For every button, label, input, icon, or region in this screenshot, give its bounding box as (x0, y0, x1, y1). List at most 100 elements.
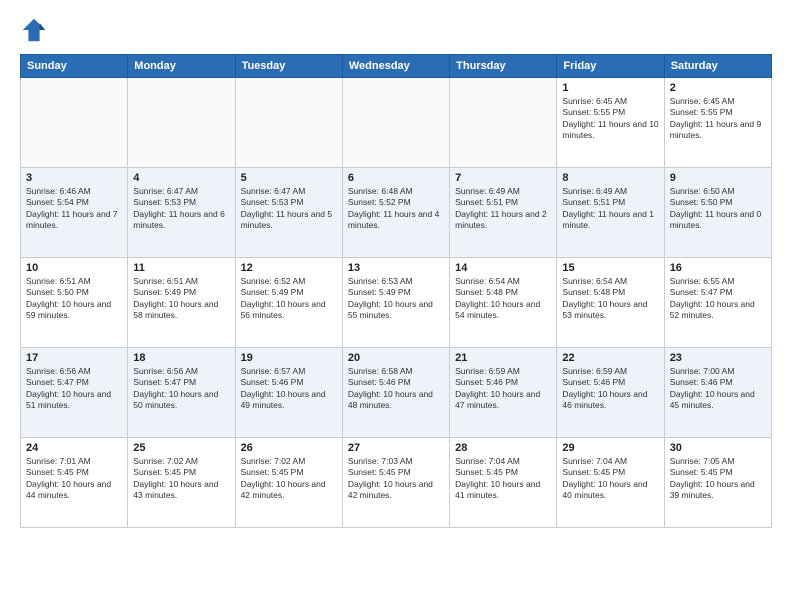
day-number: 12 (241, 262, 337, 274)
week-row-4: 17Sunrise: 6:56 AMSunset: 5:47 PMDayligh… (21, 348, 772, 438)
day-cell-22: 22Sunrise: 6:59 AMSunset: 5:46 PMDayligh… (557, 348, 664, 438)
week-row-1: 1 Sunrise: 6:45 AMSunset: 5:55 PMDaylight… (21, 78, 772, 168)
day-cell-27: 27 Sunrise: 7:03 AMSunset: 5:45 PMDayligh… (342, 438, 449, 528)
day-number: 2 (670, 82, 766, 94)
day-cell-13: 13 Sunrise: 6:53 AMSunset: 5:49 PMDayligh… (342, 258, 449, 348)
day-cell-10: 10 Sunrise: 6:51 AMSunset: 5:50 PMDayligh… (21, 258, 128, 348)
empty-cell (128, 78, 235, 168)
day-info: Sunrise: 6:55 AMSunset: 5:47 PMDaylight:… (670, 276, 766, 322)
weekday-header-saturday: Saturday (664, 55, 771, 78)
day-number: 11 (133, 262, 229, 274)
day-cell-7: 7 Sunrise: 6:49 AMSunset: 5:51 PMDaylight… (450, 168, 557, 258)
weekday-header-row: SundayMondayTuesdayWednesdayThursdayFrid… (21, 55, 772, 78)
day-info: Sunrise: 7:01 AMSunset: 5:45 PMDaylight:… (26, 456, 122, 502)
day-cell-29: 29 Sunrise: 7:04 AMSunset: 5:45 PMDayligh… (557, 438, 664, 528)
day-info: Sunrise: 6:47 AMSunset: 5:53 PMDaylight:… (133, 186, 229, 232)
day-info: Sunrise: 6:56 AMSunset: 5:47 PMDaylight:… (26, 366, 122, 412)
empty-cell (235, 78, 342, 168)
day-number: 28 (455, 442, 551, 454)
day-cell-30: 30 Sunrise: 7:05 AMSunset: 5:45 PMDayligh… (664, 438, 771, 528)
day-number: 7 (455, 172, 551, 184)
day-info: Sunrise: 6:48 AMSunset: 5:52 PMDaylight:… (348, 186, 444, 232)
day-info: Sunrise: 6:45 AMSunset: 5:55 PMDaylight:… (562, 96, 658, 142)
day-cell-12: 12 Sunrise: 6:52 AMSunset: 5:49 PMDayligh… (235, 258, 342, 348)
week-row-2: 3 Sunrise: 6:46 AMSunset: 5:54 PMDaylight… (21, 168, 772, 258)
day-number: 26 (241, 442, 337, 454)
day-cell-15: 15 Sunrise: 6:54 AMSunset: 5:48 PMDayligh… (557, 258, 664, 348)
day-cell-17: 17Sunrise: 6:56 AMSunset: 5:47 PMDayligh… (21, 348, 128, 438)
week-row-3: 10 Sunrise: 6:51 AMSunset: 5:50 PMDayligh… (21, 258, 772, 348)
day-info: Sunrise: 7:00 AMSunset: 5:46 PMDaylight:… (670, 366, 766, 412)
day-number: 10 (26, 262, 122, 274)
day-cell-18: 18 Sunrise: 6:56 AMSunset: 5:47 PMDayligh… (128, 348, 235, 438)
day-cell-3: 3 Sunrise: 6:46 AMSunset: 5:54 PMDaylight… (21, 168, 128, 258)
day-cell-25: 25 Sunrise: 7:02 AMSunset: 5:45 PMDayligh… (128, 438, 235, 528)
day-number: 21 (455, 352, 551, 364)
calendar: SundayMondayTuesdayWednesdayThursdayFrid… (20, 54, 772, 528)
day-cell-28: 28 Sunrise: 7:04 AMSunset: 5:45 PMDayligh… (450, 438, 557, 528)
day-info: Sunrise: 6:49 AMSunset: 5:51 PMDaylight:… (562, 186, 658, 232)
week-row-5: 24 Sunrise: 7:01 AMSunset: 5:45 PMDayligh… (21, 438, 772, 528)
day-number: 27 (348, 442, 444, 454)
day-cell-6: 6 Sunrise: 6:48 AMSunset: 5:52 PMDaylight… (342, 168, 449, 258)
day-number: 25 (133, 442, 229, 454)
day-cell-8: 8 Sunrise: 6:49 AMSunset: 5:51 PMDaylight… (557, 168, 664, 258)
day-number: 3 (26, 172, 122, 184)
day-info: Sunrise: 7:02 AMSunset: 5:45 PMDaylight:… (241, 456, 337, 502)
weekday-header-tuesday: Tuesday (235, 55, 342, 78)
day-cell-9: 9Sunrise: 6:50 AMSunset: 5:50 PMDaylight… (664, 168, 771, 258)
day-number: 14 (455, 262, 551, 274)
day-info: Sunrise: 6:52 AMSunset: 5:49 PMDaylight:… (241, 276, 337, 322)
day-number: 1 (562, 82, 658, 94)
day-number: 30 (670, 442, 766, 454)
day-info: Sunrise: 6:56 AMSunset: 5:47 PMDaylight:… (133, 366, 229, 412)
day-info: Sunrise: 6:46 AMSunset: 5:54 PMDaylight:… (26, 186, 122, 232)
day-number: 4 (133, 172, 229, 184)
day-info: Sunrise: 6:47 AMSunset: 5:53 PMDaylight:… (241, 186, 337, 232)
day-number: 20 (348, 352, 444, 364)
day-cell-1: 1 Sunrise: 6:45 AMSunset: 5:55 PMDaylight… (557, 78, 664, 168)
day-info: Sunrise: 7:02 AMSunset: 5:45 PMDaylight:… (133, 456, 229, 502)
day-number: 6 (348, 172, 444, 184)
day-cell-26: 26 Sunrise: 7:02 AMSunset: 5:45 PMDayligh… (235, 438, 342, 528)
weekday-header-wednesday: Wednesday (342, 55, 449, 78)
day-info: Sunrise: 6:58 AMSunset: 5:46 PMDaylight:… (348, 366, 444, 412)
day-number: 24 (26, 442, 122, 454)
weekday-header-sunday: Sunday (21, 55, 128, 78)
empty-cell (21, 78, 128, 168)
day-info: Sunrise: 7:05 AMSunset: 5:45 PMDaylight:… (670, 456, 766, 502)
day-info: Sunrise: 6:51 AMSunset: 5:49 PMDaylight:… (133, 276, 229, 322)
weekday-header-friday: Friday (557, 55, 664, 78)
day-cell-19: 19Sunrise: 6:57 AMSunset: 5:46 PMDayligh… (235, 348, 342, 438)
day-info: Sunrise: 6:54 AMSunset: 5:48 PMDaylight:… (455, 276, 551, 322)
day-info: Sunrise: 6:54 AMSunset: 5:48 PMDaylight:… (562, 276, 658, 322)
day-number: 23 (670, 352, 766, 364)
day-number: 18 (133, 352, 229, 364)
day-cell-14: 14 Sunrise: 6:54 AMSunset: 5:48 PMDayligh… (450, 258, 557, 348)
logo (20, 16, 52, 44)
weekday-header-monday: Monday (128, 55, 235, 78)
day-info: Sunrise: 7:04 AMSunset: 5:45 PMDaylight:… (562, 456, 658, 502)
day-info: Sunrise: 7:03 AMSunset: 5:45 PMDaylight:… (348, 456, 444, 502)
day-number: 29 (562, 442, 658, 454)
day-number: 9 (670, 172, 766, 184)
logo-icon (20, 16, 48, 44)
day-cell-4: 4 Sunrise: 6:47 AMSunset: 5:53 PMDaylight… (128, 168, 235, 258)
day-cell-2: 2 Sunrise: 6:45 AMSunset: 5:55 PMDaylight… (664, 78, 771, 168)
day-info: Sunrise: 6:53 AMSunset: 5:49 PMDaylight:… (348, 276, 444, 322)
day-number: 8 (562, 172, 658, 184)
empty-cell (450, 78, 557, 168)
day-cell-5: 5Sunrise: 6:47 AMSunset: 5:53 PMDaylight… (235, 168, 342, 258)
day-info: Sunrise: 7:04 AMSunset: 5:45 PMDaylight:… (455, 456, 551, 502)
empty-cell (342, 78, 449, 168)
day-info: Sunrise: 6:57 AMSunset: 5:46 PMDaylight:… (241, 366, 337, 412)
day-cell-24: 24 Sunrise: 7:01 AMSunset: 5:45 PMDayligh… (21, 438, 128, 528)
day-number: 22 (562, 352, 658, 364)
day-info: Sunrise: 6:51 AMSunset: 5:50 PMDaylight:… (26, 276, 122, 322)
day-number: 15 (562, 262, 658, 274)
day-cell-21: 21Sunrise: 6:59 AMSunset: 5:46 PMDayligh… (450, 348, 557, 438)
day-info: Sunrise: 6:45 AMSunset: 5:55 PMDaylight:… (670, 96, 766, 142)
day-number: 13 (348, 262, 444, 274)
day-info: Sunrise: 6:49 AMSunset: 5:51 PMDaylight:… (455, 186, 551, 232)
day-cell-20: 20 Sunrise: 6:58 AMSunset: 5:46 PMDayligh… (342, 348, 449, 438)
